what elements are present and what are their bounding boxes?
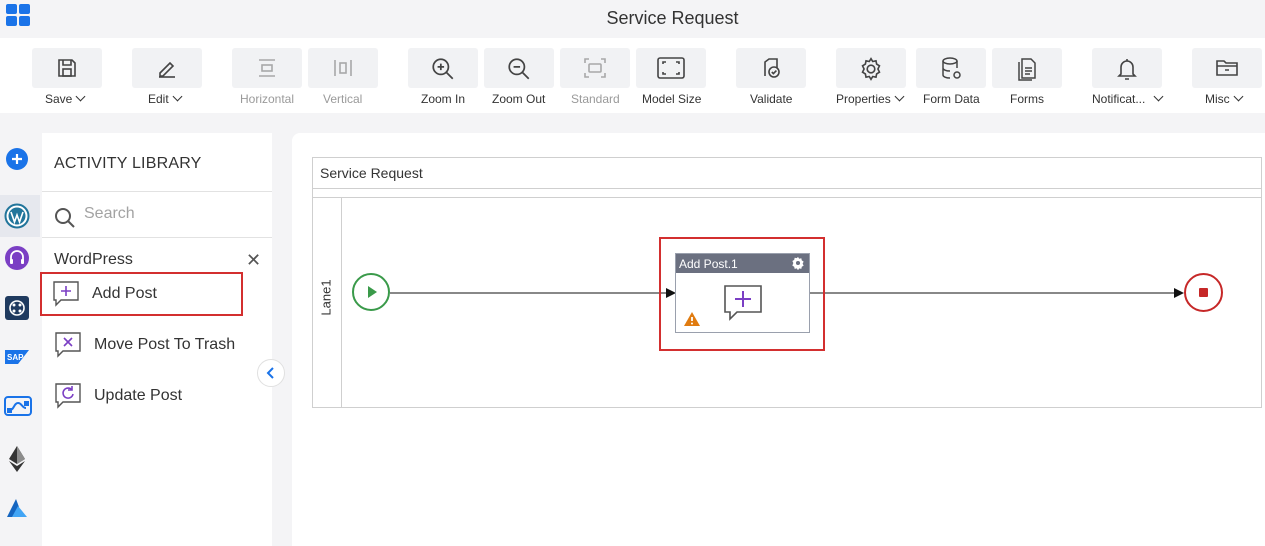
activity-add-post[interactable]: Add Post.1 (675, 253, 810, 333)
start-event[interactable] (352, 273, 390, 311)
warning-icon[interactable] (683, 311, 701, 327)
gear-icon[interactable] (791, 256, 805, 270)
sequence-flows (390, 288, 1184, 298)
activity-header: Add Post.1 (676, 254, 809, 273)
activity-title: Add Post.1 (679, 257, 738, 271)
add-post-icon (724, 285, 762, 321)
end-event[interactable] (1184, 273, 1223, 312)
